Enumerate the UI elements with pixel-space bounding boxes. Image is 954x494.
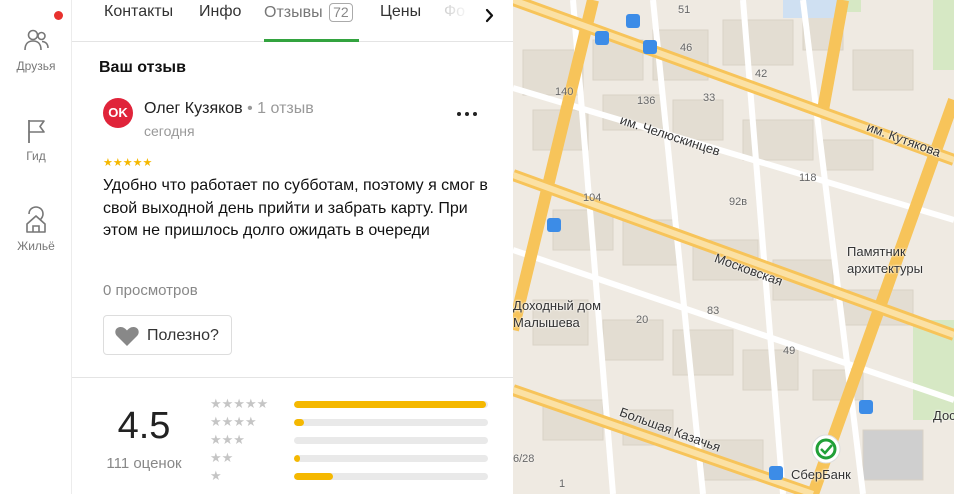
house-number: 104 [583,192,602,204]
house-number: 118 [799,172,817,184]
tab-prices[interactable]: Цены [380,3,421,21]
more-options-button[interactable] [455,103,479,123]
rating-row-fill [294,401,486,408]
tab-reviews[interactable]: Отзывы 72 [264,3,353,22]
rating-row-bar [294,419,488,426]
rating-row-fill [294,419,304,426]
rating-row-bar [294,437,488,444]
review-date: сегодня [144,123,195,139]
rail-label-housing: Жильё [17,239,55,253]
house-number: 46 [680,42,693,54]
reviews-count-badge: 72 [329,3,353,22]
place-label: Дос [933,408,954,423]
house-number: 20 [636,314,649,326]
rating-row-stars: ★★ [210,450,234,465]
dot [465,112,469,116]
organization-panel: Контакты Инфо Отзывы 72 Цены Фо Ваш отзы… [72,0,513,494]
house-number: 1 [559,478,566,490]
review-rating-stars: ★★★★★ [103,157,153,169]
house-number: 42 [755,68,768,80]
rating-row-fill [294,455,300,462]
house-number: 33 [703,92,716,104]
author-name[interactable]: Олег Кузяков [144,100,243,117]
rating-row-bar [294,401,488,408]
house-number: 49 [783,345,796,357]
rating-row-stars: ★ [210,468,222,483]
place-label: СберБанк [791,467,851,482]
rail-item-housing[interactable]: Жильё [0,204,72,253]
place-label: Памятник [847,244,906,259]
rating-row-stars: ★★★★★ [210,396,269,411]
divider [72,377,513,378]
review-views: 0 просмотров [103,282,198,299]
dot [457,112,461,116]
rating-row-bar [294,473,488,480]
tab-fade [432,0,482,40]
dot [473,112,477,116]
average-rating: 4.5 [117,405,171,447]
house-number: 51 [678,4,691,16]
tab-bar: Контакты Инфо Отзывы 72 Цены Фо [72,0,513,42]
tab-info[interactable]: Инфо [199,3,241,21]
author-review-count: • 1 отзыв [242,100,314,117]
review-text: Удобно что работает по субботам, поэтому… [103,177,488,239]
active-tab-indicator [264,39,359,42]
rail-label-friends: Друзья [16,59,56,73]
place-label: Доходный дом [513,298,602,313]
house-number: 6/28 [513,453,535,465]
place-label: архитектуры [847,261,923,276]
rating-row-stars: ★★★ [210,432,245,447]
tab-contacts[interactable]: Контакты [104,3,173,21]
tab-reviews-label: Отзывы [264,4,323,21]
left-rail: Друзья Гид Жильё [0,0,72,494]
housing-icon [26,206,46,233]
house-number: 140 [555,86,574,98]
helpful-label: Полезно? [147,327,219,344]
helpful-button[interactable]: Полезно? [103,315,232,355]
section-title: Ваш отзыв [99,59,186,76]
rail-item-guide[interactable]: Гид [0,116,72,163]
house-number: 92в [729,196,748,208]
map[interactable]: им. Кутякова им. Челюскинцев Московская … [513,0,954,494]
ratings-count: 111 оценок [106,455,182,472]
place-label: Малышева [513,315,580,330]
rating-row-fill [294,473,333,480]
avatar[interactable]: OK [103,98,133,128]
house-number: 83 [707,305,720,317]
rail-label-guide: Гид [26,149,46,163]
rating-row-bar [294,455,488,462]
friends-icon [24,29,49,51]
flag-icon [28,120,45,143]
heart-icon [115,326,139,346]
rating-row-stars: ★★★★ [210,414,257,429]
notification-dot [54,11,63,20]
review-author[interactable]: Олег Кузяков • 1 отзыв [144,100,314,118]
app-root: Друзья Гид Жильё Контакты Инфо Отзывы 72… [0,0,954,494]
tabs-next-button[interactable] [477,3,503,29]
house-number: 136 [637,95,656,107]
rail-item-friends[interactable]: Друзья [0,26,72,73]
chevron-right-icon [485,8,494,23]
